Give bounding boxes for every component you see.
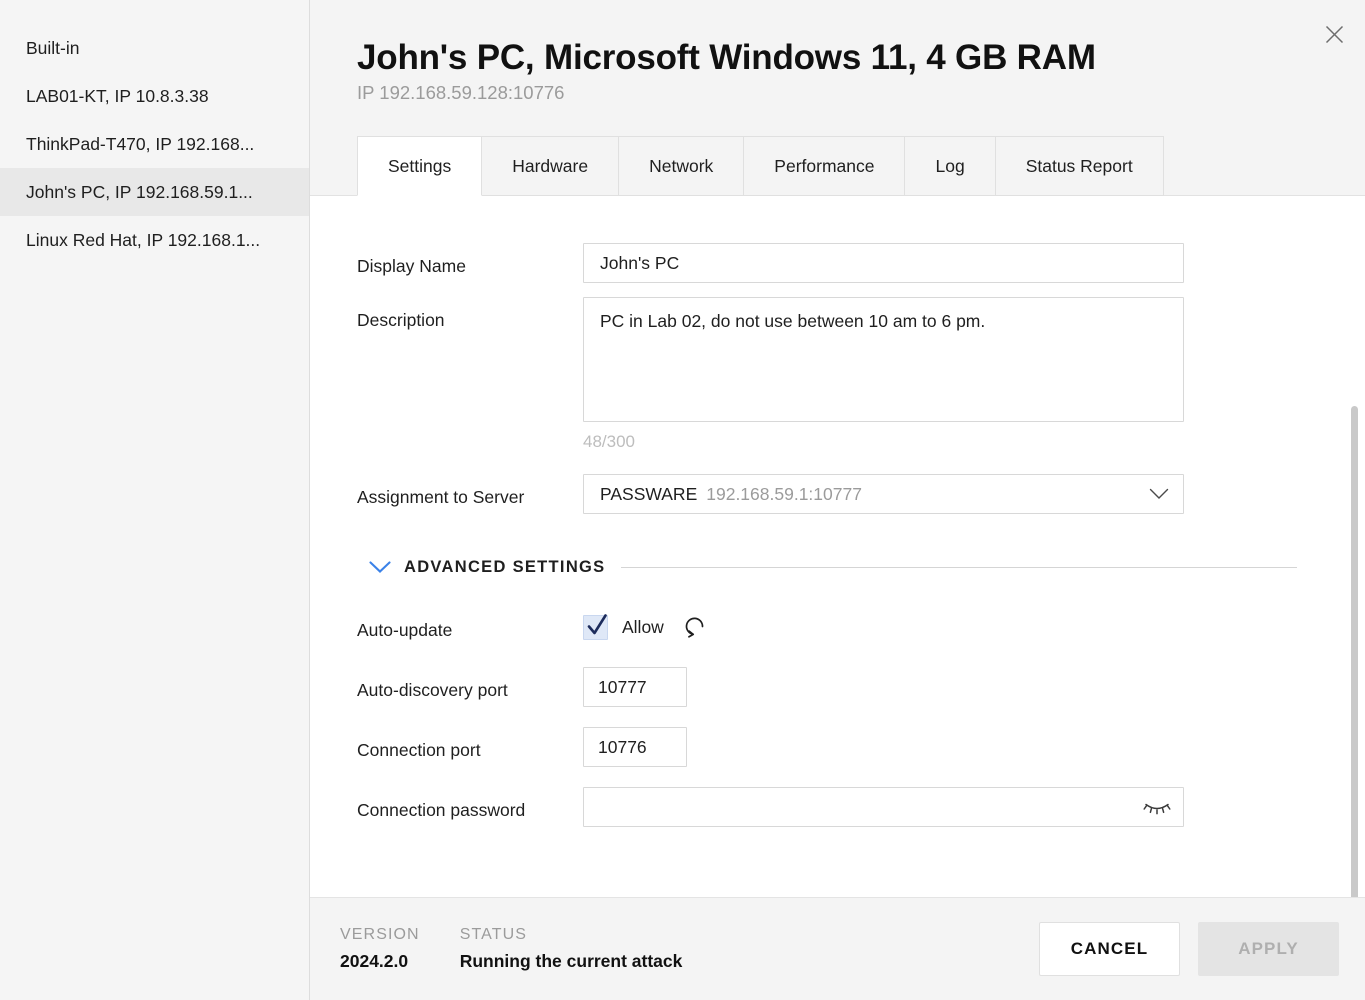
chevron-down-icon xyxy=(369,561,391,574)
tab-label: Log xyxy=(935,155,965,176)
version-caption: VERSION xyxy=(340,926,420,943)
status-caption: STATUS xyxy=(459,926,528,943)
display-name-input[interactable] xyxy=(583,243,1184,283)
tab-network[interactable]: Network xyxy=(618,136,745,196)
apply-button: APPLY xyxy=(1198,922,1339,976)
version-value: 2024.2.0 xyxy=(340,951,409,971)
field-label: Auto-update xyxy=(357,620,453,640)
sidebar-item-label: Linux Red Hat, IP 192.168.1... xyxy=(26,229,261,250)
field-label: Auto-discovery port xyxy=(357,680,508,700)
panel-footer: VERSION 2024.2.0 STATUS Running the curr… xyxy=(310,897,1365,1000)
field-connection-password: Connection password xyxy=(357,787,1365,827)
tab-log[interactable]: Log xyxy=(904,136,996,196)
auto-update-checkbox-label: Allow xyxy=(622,617,664,637)
main-panel: John's PC, Microsoft Windows 11, 4 GB RA… xyxy=(310,0,1365,1000)
tab-label: Network xyxy=(649,155,714,176)
sidebar-item-label: Built-in xyxy=(26,37,80,58)
sidebar-item-label: LAB01-KT, IP 10.8.3.38 xyxy=(26,85,209,106)
description-char-counter: 48/300 xyxy=(583,432,635,451)
page-subtitle-ip: IP 192.168.59.128:10776 xyxy=(357,82,565,104)
sidebar-item-label: John's PC, IP 192.168.59.1... xyxy=(26,181,253,202)
sidebar-item-lab01-kt[interactable]: LAB01-KT, IP 10.8.3.38 xyxy=(0,72,309,120)
tab-performance[interactable]: Performance xyxy=(743,136,906,196)
sidebar-item-linux-red-hat[interactable]: Linux Red Hat, IP 192.168.1... xyxy=(0,216,309,264)
sidebar-item-thinkpad-t470[interactable]: ThinkPad-T470, IP 192.168... xyxy=(0,120,309,168)
field-display-name: Display Name xyxy=(357,243,1365,283)
connection-password-input[interactable] xyxy=(583,787,1184,827)
device-list-sidebar: Built-in LAB01-KT, IP 10.8.3.38 ThinkPad… xyxy=(0,0,310,1000)
field-label: Assignment to Server xyxy=(357,487,525,507)
version-block: VERSION 2024.2.0 xyxy=(340,926,420,972)
settings-form: Display Name Description 48/300 Assignme… xyxy=(310,196,1365,897)
field-label: Description xyxy=(357,310,445,330)
advanced-settings-label: ADVANCED SETTINGS xyxy=(404,558,606,576)
refresh-icon[interactable] xyxy=(683,615,708,640)
field-auto-discovery-port: Auto-discovery port xyxy=(357,667,1365,707)
page-title: John's PC, Microsoft Windows 11, 4 GB RA… xyxy=(357,38,1096,77)
field-label: Display Name xyxy=(357,256,466,276)
field-connection-port: Connection port xyxy=(357,727,1365,767)
tab-label: Hardware xyxy=(512,155,589,176)
connection-port-input[interactable] xyxy=(583,727,687,767)
device-settings-window: Built-in LAB01-KT, IP 10.8.3.38 ThinkPad… xyxy=(0,0,1365,1000)
status-block: STATUS Running the current attack xyxy=(460,926,683,972)
vertical-scrollbar[interactable] xyxy=(1351,406,1358,897)
tab-hardware[interactable]: Hardware xyxy=(481,136,620,196)
auto-update-checkbox[interactable] xyxy=(583,614,608,640)
tab-label: Settings xyxy=(388,155,452,176)
chevron-down-icon xyxy=(1149,488,1169,500)
assignment-to-server-select[interactable]: PASSWARE 192.168.59.1:10777 xyxy=(583,474,1184,514)
sidebar-item-built-in[interactable]: Built-in xyxy=(0,24,309,72)
tab-bar: Settings Hardware Network Performance Lo… xyxy=(357,136,1164,196)
field-auto-update: Auto-update Allow xyxy=(357,607,1365,641)
sidebar-item-label: ThinkPad-T470, IP 192.168... xyxy=(26,133,255,154)
sidebar-item-johns-pc[interactable]: John's PC, IP 192.168.59.1... xyxy=(0,168,309,216)
tab-settings[interactable]: Settings xyxy=(357,136,483,196)
advanced-settings-toggle[interactable]: ADVANCED SETTINGS xyxy=(369,558,1297,577)
assignment-value-address: 192.168.59.1:10777 xyxy=(706,483,862,504)
panel-header: John's PC, Microsoft Windows 11, 4 GB RA… xyxy=(310,0,1365,196)
field-assignment-to-server: Assignment to Server PASSWARE 192.168.59… xyxy=(357,474,1365,514)
tab-label: Status Report xyxy=(1025,155,1133,176)
tab-status-report[interactable]: Status Report xyxy=(994,136,1164,196)
field-label: Connection port xyxy=(357,740,481,760)
section-divider xyxy=(621,567,1297,568)
status-value: Running the current attack xyxy=(459,951,683,971)
tab-label: Performance xyxy=(774,155,875,176)
field-description: Description 48/300 xyxy=(357,297,1365,452)
field-label: Connection password xyxy=(357,800,526,820)
description-textarea[interactable] xyxy=(583,297,1184,422)
close-icon[interactable] xyxy=(1317,17,1351,51)
eye-off-icon[interactable] xyxy=(1142,798,1172,816)
cancel-button[interactable]: CANCEL xyxy=(1039,922,1180,976)
auto-discovery-port-input[interactable] xyxy=(583,667,687,707)
assignment-value-main: PASSWARE xyxy=(600,483,698,504)
